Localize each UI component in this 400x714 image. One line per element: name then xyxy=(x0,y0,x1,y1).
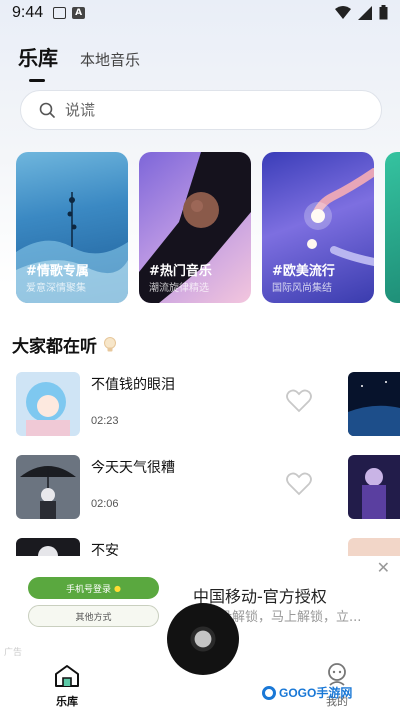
category-card-next-partial[interactable] xyxy=(385,152,400,303)
song-row[interactable]: 不值钱的眼泪 02:23 xyxy=(16,372,400,438)
section-title: 大家都在听 xyxy=(12,332,119,357)
category-card-hot-music[interactable]: #热门音乐 潮流旋律精选 xyxy=(139,152,251,303)
section-title-text: 大家都在听 xyxy=(12,337,97,357)
heart-icon[interactable] xyxy=(286,472,312,496)
song-cover xyxy=(16,455,80,519)
song-cover xyxy=(16,372,80,436)
watermark-logo: GOGO手游网 xyxy=(262,684,352,701)
tab-local-music[interactable]: 本地音乐 xyxy=(80,49,140,70)
phone-login-button[interactable]: 手机号登录 ● xyxy=(28,577,159,599)
category-title: #欧美流行 xyxy=(272,264,335,279)
watermark-ring-icon xyxy=(262,685,276,700)
wifi-icon xyxy=(335,5,351,19)
category-subtitle: 国际风尚集结 xyxy=(272,283,332,294)
dot-icon: ● xyxy=(114,583,121,593)
song-row[interactable]: 今天天气很糟 02:06 xyxy=(16,455,400,521)
song-side-cover[interactable] xyxy=(348,372,400,436)
search-input[interactable] xyxy=(65,101,325,119)
image-notification-icon xyxy=(53,7,67,19)
category-card-love-songs[interactable]: #情歌专属 爱意深情聚集 xyxy=(16,152,128,303)
song-duration: 02:23 xyxy=(91,415,119,427)
a-notification-icon: A xyxy=(72,7,86,19)
home-icon xyxy=(55,665,79,687)
song-duration: 02:06 xyxy=(91,498,119,510)
heart-icon[interactable] xyxy=(286,389,312,413)
vinyl-record-player-button[interactable] xyxy=(167,603,239,675)
ad-title[interactable]: 中国移动-官方授权 xyxy=(193,583,327,607)
search-bar[interactable] xyxy=(20,90,382,130)
category-card-western-pop[interactable]: #欧美流行 国际风尚集结 xyxy=(262,152,374,303)
tab-library[interactable]: 乐库 xyxy=(18,42,58,82)
other-login-button[interactable]: 其他方式 xyxy=(28,605,159,627)
signal-icon xyxy=(358,5,372,20)
category-subtitle: 潮流旋律精选 xyxy=(149,283,209,294)
song-name: 不值钱的眼泪 xyxy=(91,377,175,393)
phone-login-label: 手机号登录 xyxy=(66,584,112,595)
category-title: #情歌专属 xyxy=(26,264,89,279)
battery-icon xyxy=(379,5,388,20)
nav-library[interactable]: 乐库 xyxy=(52,664,82,708)
top-tabs: 乐库 本地音乐 xyxy=(18,42,140,82)
song-side-cover[interactable] xyxy=(348,455,400,519)
song-name: 今天天气很糟 xyxy=(91,460,175,476)
close-icon[interactable]: ✕ xyxy=(377,558,390,577)
status-time: 9:44 xyxy=(12,4,44,21)
category-title: #热门音乐 xyxy=(149,264,212,279)
search-icon xyxy=(39,102,55,118)
status-bar: 9:44 A xyxy=(0,0,400,26)
category-subtitle: 爱意深情聚集 xyxy=(26,283,86,294)
category-cards: #情歌专属 爱意深情聚集 #热门音乐 潮流旋律精选 #欧美流行 国际风尚集结 xyxy=(16,152,400,303)
ad-label: 广告 xyxy=(4,648,23,658)
nav-library-label: 乐库 xyxy=(56,695,78,708)
lightbulb-icon xyxy=(104,336,116,351)
other-login-label: 其他方式 xyxy=(75,612,112,623)
watermark-text: GOGO手游网 xyxy=(279,686,353,700)
